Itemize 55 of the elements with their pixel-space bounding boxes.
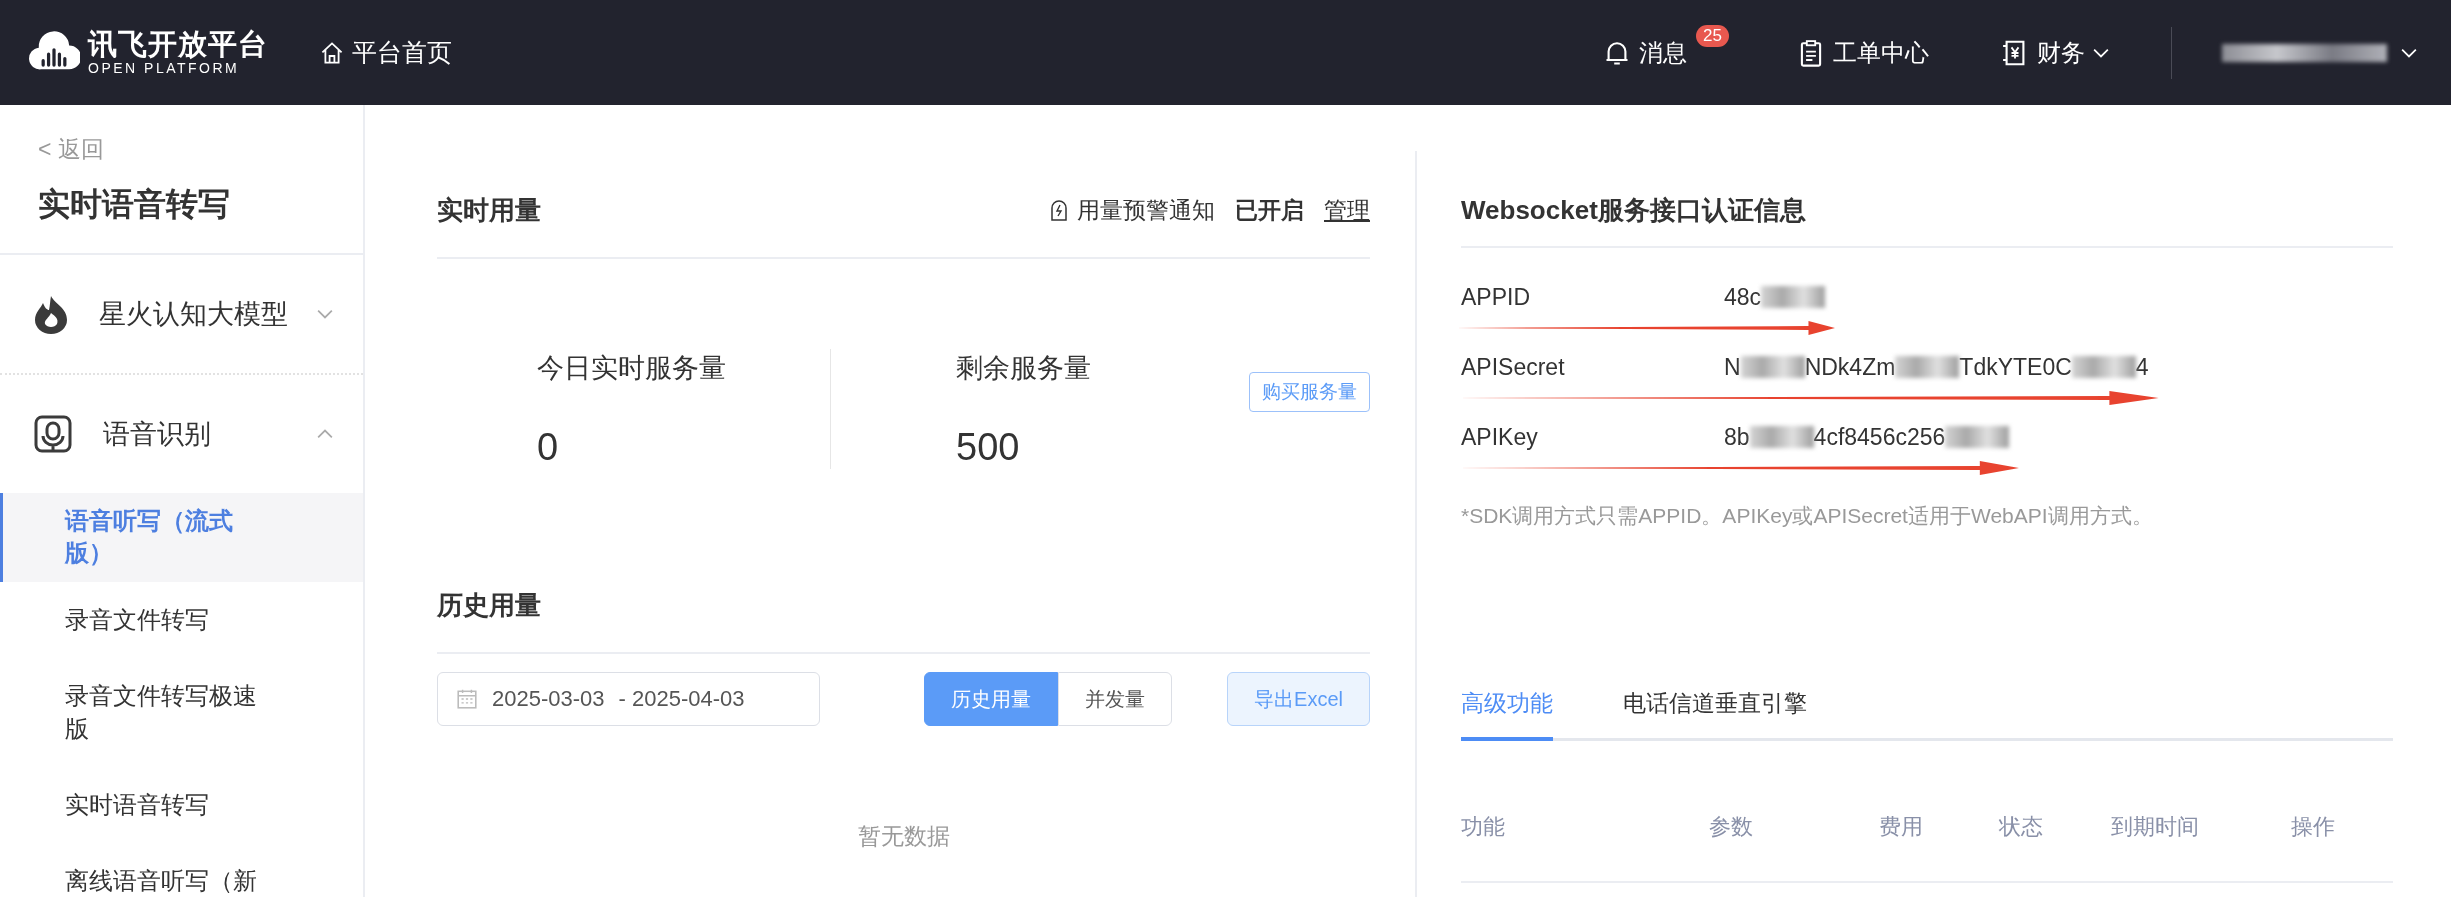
chevron-icon [317, 309, 333, 319]
section-title: Websocket服务接口认证信息 [1461, 193, 1807, 227]
home-icon [320, 40, 344, 65]
chevron-icon [2093, 47, 2109, 58]
mode-toggle[interactable]: 并发量 [1058, 672, 1172, 726]
menu-item[interactable]: 录音文件转写 [0, 581, 363, 659]
section-title: 实时用量 [437, 194, 542, 227]
logo-name: 讯飞开放平台 [88, 28, 268, 61]
note-text: *SDK调用方式只需APPID。APIKey或APISecret适用于WebAPI调用方式。 [1461, 503, 2154, 529]
home-link[interactable]: 平台首页 [320, 36, 452, 69]
menu-item[interactable]: 离线语音听写（新 [0, 843, 363, 897]
stat-value: 500 [956, 425, 1021, 469]
credential-label: APISecret [1461, 353, 1566, 381]
column-header: 操作 [2291, 813, 2336, 841]
credential-label: APIKey [1461, 423, 1539, 451]
credential-value: NDk4Zm [1804, 353, 1896, 381]
nav-item[interactable]: 财务 [2001, 36, 2109, 69]
chevron-icon [2401, 47, 2417, 58]
column-header: 状态 [1999, 813, 2044, 841]
chevron-icon [317, 429, 333, 439]
alert-label: 用量预警通知 [1077, 196, 1215, 225]
column-header: 参数 [1709, 813, 1754, 841]
stat-value: 0 [537, 425, 560, 469]
alert-status: 已开启 [1235, 196, 1304, 225]
calendar-icon [456, 688, 478, 710]
date-range-field[interactable]: 2025-03-03 - 2025-04-03 [437, 672, 820, 726]
manage-link[interactable]: 管理 [1324, 195, 1370, 226]
menu-item[interactable]: 语音听写（流式版） [0, 493, 363, 582]
menu-item[interactable]: 实时语音转写 [0, 766, 363, 844]
credential-value: N [1724, 353, 1741, 381]
logo-subtitle: OPEN PLATFORM [88, 60, 241, 77]
nav-item[interactable]: 工单中心 [1797, 36, 1929, 69]
credential-value: 4 [2135, 353, 2149, 381]
page-title: 实时语音转写 [0, 165, 363, 255]
empty-message: 暂无数据 [856, 822, 951, 851]
tab[interactable]: 电话信道垂直引擎 [1623, 678, 1807, 741]
flame-icon [33, 294, 69, 334]
menu-group[interactable]: 星火认知大模型 [0, 255, 363, 375]
menu-group[interactable]: 语音识别 [0, 375, 363, 493]
credential-value: TdkYTE0C [1959, 353, 2072, 381]
notification-badge: 25 [1696, 24, 1729, 47]
credential-value: 48c [1724, 283, 1762, 311]
credential-value: 8b [1724, 423, 1750, 451]
credential-label: APPID [1461, 283, 1532, 311]
menu-item[interactable]: 录音文件转写极速版 [0, 658, 363, 767]
alert-icon [1049, 199, 1069, 222]
stat-label: 剩余服务量 [956, 351, 1092, 385]
column-header: 功能 [1461, 813, 1506, 841]
microphone-icon [33, 414, 73, 454]
section-title: 历史用量 [437, 589, 542, 622]
blurred-username[interactable] [2222, 43, 2387, 62]
credential-value: 4cf8456c256 [1813, 423, 1946, 451]
column-header: 费用 [1879, 813, 1924, 841]
stat-label: 今日实时服务量 [537, 351, 727, 385]
column-header: 到期时间 [2111, 813, 2200, 841]
